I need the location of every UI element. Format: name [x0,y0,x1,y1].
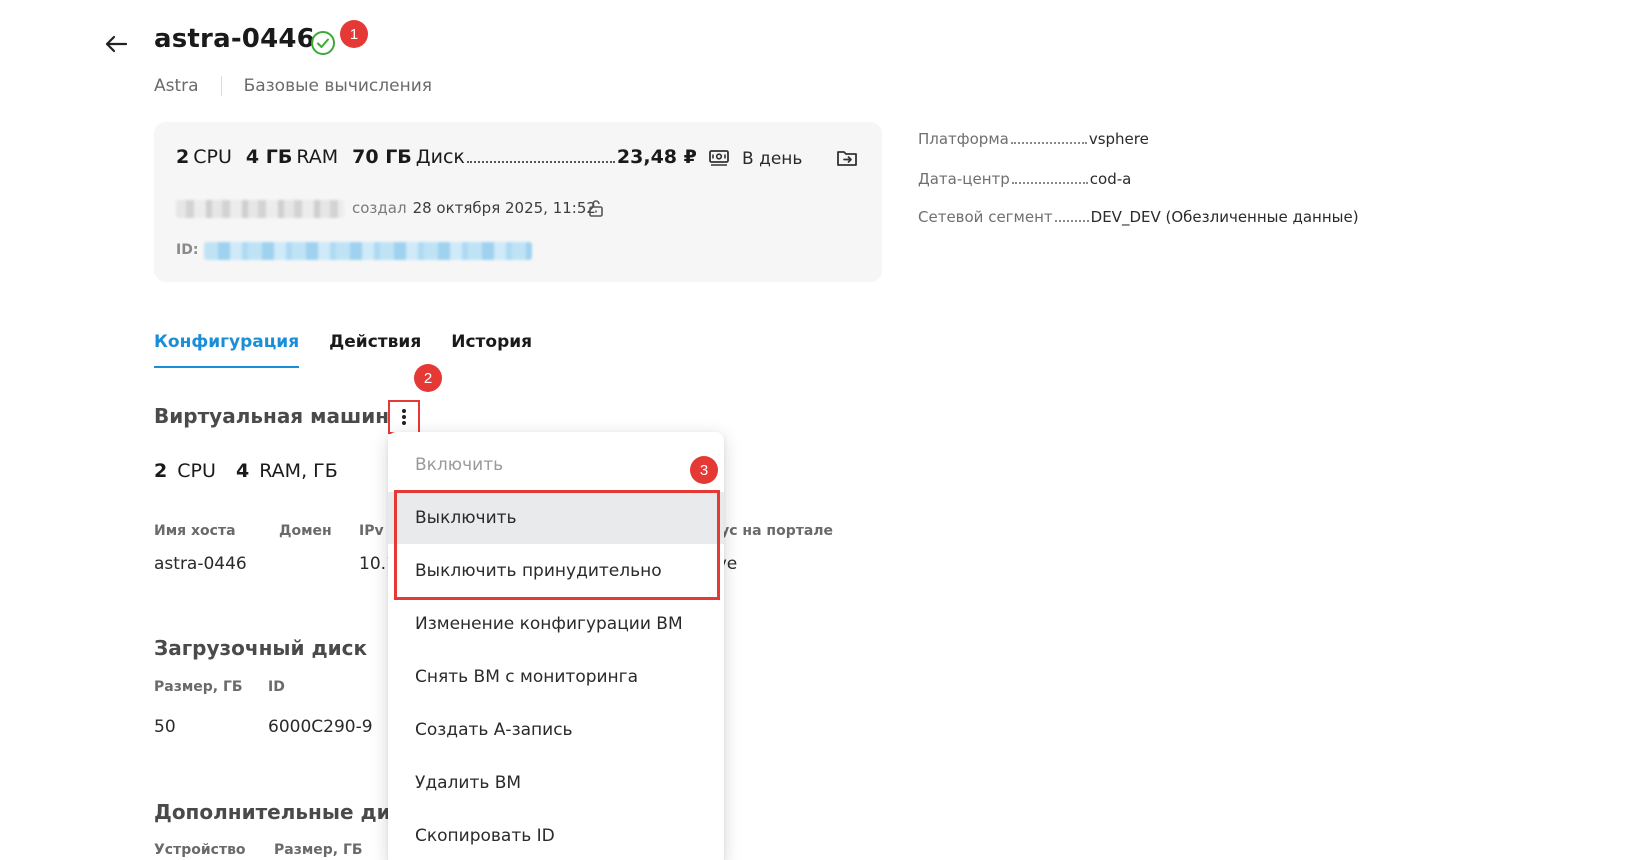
ram-value: 4 ГБ [245,146,293,168]
breadcrumb: Astra Базовые вычисления [154,76,432,96]
column-header-hostname: Имя хоста [154,523,236,539]
column-header-device: Устройство [154,842,246,858]
column-header-portal-status: тус на портале [712,523,834,539]
resource-spec-row: 2 CPU 4 ГБ RAM 70 ГБ Диск 23,48 ₽ [176,146,697,168]
disk-unit: Диск [415,146,465,168]
vm-actions-menu-button[interactable] [388,400,420,434]
info-network-segment: Сетевой сегмент DEV_DEV (Обезличенные да… [918,208,1359,226]
kebab-menu-icon [402,409,406,425]
check-circle-icon [311,31,335,55]
menu-item-change-configuration[interactable]: Изменение конфигурации ВМ [388,598,724,650]
tab-configuration[interactable]: Конфигурация [154,332,300,368]
boot-disk-section-title: Загрузочный диск [154,636,368,660]
breadcrumb-item-service[interactable]: Базовые вычисления [244,76,432,96]
dotted-leader [1010,142,1087,144]
tab-actions[interactable]: Действия [329,332,421,368]
info-datacenter: Дата-центр cod-a [918,170,1131,188]
billing-period-label: В день [742,149,803,169]
datacenter-key: Дата-центр [918,170,1010,188]
column-header-domain: Домен [279,523,332,539]
created-date: 28 октября 2025, 11:52 [412,199,596,217]
menu-item-create-a-record[interactable]: Создать А-запись [388,704,724,756]
vm-cpu-value: 2 [154,460,168,482]
extra-disks-section-title: Дополнительные диск [154,800,417,824]
dotted-leader [466,161,615,163]
dotted-leader [1011,182,1088,184]
ram-unit: RAM [296,146,339,168]
column-header-size: Размер, ГБ [154,679,243,695]
menu-item-delete-vm[interactable]: Удалить ВМ [388,757,724,809]
redacted-owner-name [176,200,344,218]
disk-value: 70 ГБ [352,146,412,168]
menu-item-power-on: Включить [415,455,504,475]
cpu-unit: CPU [193,146,232,168]
segment-key: Сетевой сегмент [918,208,1053,226]
info-platform: Платформа vsphere [918,130,1149,148]
tab-history[interactable]: История [451,332,532,368]
hostname-value: astra-0446 [154,554,247,574]
column-header-disk-size: Размер, ГБ [274,842,363,858]
billing-icon [709,150,729,166]
price-value: 23,48 ₽ [616,146,697,168]
move-to-folder-icon[interactable] [836,148,858,168]
platform-value: vsphere [1088,130,1149,148]
boot-disk-id-value: 6000C290-9 [268,717,373,737]
breadcrumb-item-project[interactable]: Astra [154,76,199,96]
platform-key: Платформа [918,130,1009,148]
id-label: ID: [176,242,199,258]
annotation-highlight-box [394,490,720,600]
segment-value: DEV_DEV (Обезличенные данные) [1090,208,1359,226]
annotation-badge-3: 3 [690,456,718,484]
vm-ram-unit: RAM, ГБ [259,460,338,482]
redacted-vm-id[interactable] [204,242,532,260]
menu-item-copy-id[interactable]: Скопировать ID [388,810,724,860]
boot-disk-size-value: 50 [154,717,176,737]
column-header-id: ID [268,679,285,695]
column-header-ipv4: IPv [359,523,384,539]
annotation-badge-1: 1 [340,20,368,48]
vm-ram-value: 4 [235,460,250,482]
breadcrumb-divider [220,76,222,96]
vm-spec-row: 2 CPU 4 RAM, ГБ [154,460,338,482]
datacenter-value: cod-a [1089,170,1132,188]
vm-cpu-unit: CPU [177,460,216,482]
menu-item-remove-monitoring[interactable]: Снять ВМ с мониторинга [388,651,724,703]
page-title: astra-0446 [154,24,315,54]
created-label: создал [352,199,407,217]
tab-bar: Конфигурация Действия История [154,332,532,368]
unlock-icon [589,200,603,217]
cpu-value: 2 [176,146,190,168]
annotation-badge-2: 2 [414,364,442,392]
dotted-leader [1054,220,1089,222]
created-info: создал 28 октября 2025, 11:52 [352,199,596,217]
back-arrow-icon[interactable] [100,28,132,60]
vm-section-title: Виртуальная машина [154,404,403,428]
